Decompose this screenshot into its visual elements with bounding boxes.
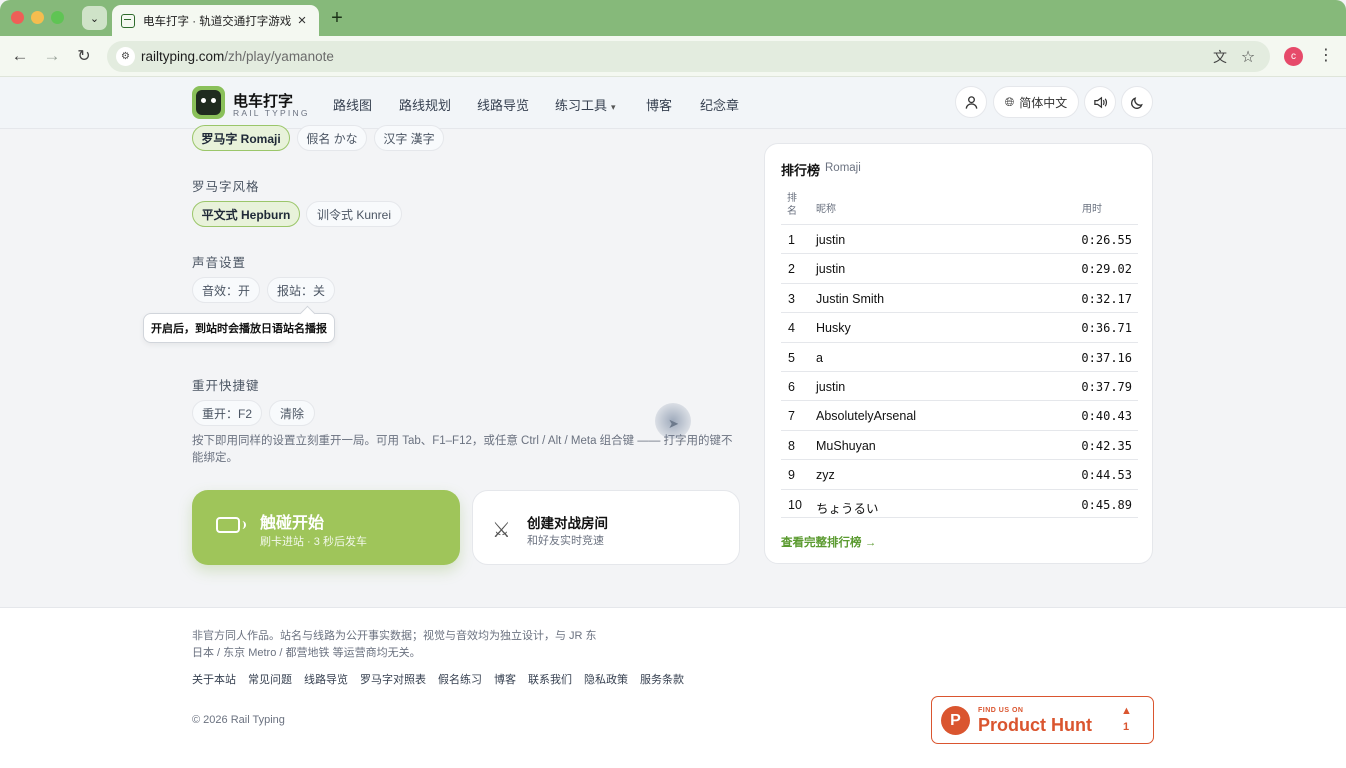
product-hunt-logo-icon: P — [941, 706, 970, 735]
chevron-down-icon: ▾ — [611, 102, 616, 112]
upvote-count: 1 — [1123, 721, 1130, 733]
table-row: 2 justin 0:29.02 — [781, 253, 1138, 282]
minimize-window-button[interactable] — [31, 11, 44, 24]
mouse-cursor-icon: ➤ — [668, 416, 679, 431]
restart-key-button[interactable]: 重开：F2 — [192, 400, 262, 426]
announce-tooltip: 开启后，到站时会播放日语站名播报 — [143, 313, 335, 343]
leaderboard-panel: 排行榜 Romaji 排名 昵称 用时 1 justin 0:26.55 2 just… — [764, 143, 1153, 564]
ic-card-icon — [216, 517, 246, 533]
footer-link-romaji-table[interactable]: 罗马字对照表 — [360, 671, 426, 687]
language-button[interactable]: 🌐︎ 简体中文 — [993, 86, 1079, 118]
start-subtitle: 刷卡进站 · 3 秒后发车 — [260, 536, 367, 548]
create-battle-room-button[interactable]: ⚔ 创建对战房间 和好友实时竞速 — [472, 490, 740, 565]
site-footer: 非官方同人作品。站名与线路为公开事实数据；视觉与音效均为独立设计，与 JR 东日… — [0, 607, 1346, 768]
nav-link-tools[interactable]: 练习工具 ▾ — [555, 95, 616, 114]
mode-kanji-pill[interactable]: 汉字 漢字 — [374, 125, 444, 151]
footer-link-privacy[interactable]: 隐私政策 — [584, 671, 628, 687]
col-header-rank: 排名 — [787, 193, 797, 217]
bookmark-star-icon[interactable]: ☆ — [1238, 47, 1258, 67]
ph-small-text: FIND US ON — [978, 707, 1024, 714]
romaji-style-label: 罗马字风格 — [192, 180, 260, 194]
nav-link-guide[interactable]: 线路导览 — [477, 95, 529, 114]
site-settings-icon[interactable]: ⚙ — [116, 47, 135, 66]
table-row: 7 AbsolutelyArsenal 0:40.43 — [781, 400, 1138, 429]
upvote-triangle-icon: ▲ — [1121, 705, 1132, 717]
battle-title: 创建对战房间 — [527, 516, 608, 531]
table-row: 6 justin 0:37.79 — [781, 370, 1138, 400]
mode-romaji-pill[interactable]: 罗马字 Romaji — [192, 125, 290, 151]
table-row: 4 Husky 0:36.71 — [781, 312, 1138, 341]
leaderboard-rows: 1 justin 0:26.55 2 justin 0:29.02 3 Justin Sm… — [781, 224, 1138, 518]
restart-hint: 按下即用同样的设置立刻重开一局。可用 Tab、F1–F12，或任意 Ctrl /… — [192, 435, 733, 464]
user-icon[interactable] — [955, 86, 987, 118]
start-title: 触碰开始 — [260, 515, 325, 532]
maximize-window-button[interactable] — [51, 11, 64, 24]
url-host: railtyping.com — [141, 49, 225, 64]
table-row: 1 justin 0:26.55 — [781, 224, 1138, 253]
footer-link-terms[interactable]: 服务条款 — [640, 671, 684, 687]
footer-link-blog[interactable]: 博客 — [494, 671, 516, 687]
start-game-button[interactable]: 触碰开始 刷卡进站 · 3 秒后发车 — [192, 490, 460, 565]
language-label: 简体中文 — [1019, 95, 1068, 110]
clear-shortcut-button[interactable]: 清除 — [269, 400, 315, 426]
logo-subtitle: RAIL TYPING — [233, 108, 310, 118]
globe-icon: 🌐︎ — [1004, 94, 1015, 109]
battle-subtitle: 和好友实时竞速 — [527, 535, 604, 547]
leaderboard-title: 排行榜 — [781, 163, 821, 178]
logo-icon[interactable] — [192, 86, 225, 119]
crossed-swords-icon: ⚔ — [492, 519, 511, 542]
sound-effects-toggle[interactable]: 音效：开 — [192, 277, 260, 303]
table-row: 9 zyz 0:44.53 — [781, 459, 1138, 488]
col-header-time: 用时 — [1082, 204, 1102, 215]
browser-tab-active[interactable]: 电车打字 · 轨道交通打字游戏 × — [112, 5, 319, 36]
leaderboard-mode: Romaji — [825, 162, 861, 174]
mode-kana-pill[interactable]: 假名 かな — [297, 125, 367, 151]
nav-link-plan[interactable]: 路线规划 — [399, 95, 451, 114]
nav-link-medal[interactable]: 纪念章 — [700, 95, 739, 114]
station-announce-toggle[interactable]: 报站：关 — [267, 277, 335, 303]
close-window-button[interactable] — [11, 11, 24, 24]
address-bar[interactable]: ⚙ railtyping.com/zh/play/yamanote 文 ☆ — [107, 41, 1270, 72]
footer-disclaimer: 非官方同人作品。站名与线路为公开事实数据；视觉与音效均为独立设计，与 JR 东日… — [192, 630, 597, 659]
tab-close-icon[interactable]: × — [294, 12, 310, 29]
footer-link-guide[interactable]: 线路导览 — [304, 671, 348, 687]
sound-settings-label: 声音设置 — [192, 256, 247, 270]
browser-menu-icon[interactable]: ⋮ — [1318, 46, 1334, 66]
forward-arrow-icon[interactable]: → — [41, 45, 63, 67]
table-row: 10 ちょうるい 0:45.89 — [781, 488, 1138, 518]
hepburn-pill[interactable]: 平文式 Hepburn — [192, 201, 300, 227]
table-row: 3 Justin Smith 0:32.17 — [781, 282, 1138, 312]
profile-avatar[interactable]: c — [1284, 47, 1303, 66]
nav-tools-label: 练习工具 — [555, 98, 608, 113]
nav-link-blog[interactable]: 博客 — [646, 95, 672, 114]
nav-link-routes[interactable]: 路线图 — [333, 95, 372, 114]
col-header-name: 昵称 — [816, 204, 836, 215]
browser-tab-bar: ⌄ 电车打字 · 轨道交通打字游戏 × + — [0, 0, 1346, 36]
volume-icon[interactable] — [1084, 86, 1116, 118]
train-favicon-icon — [121, 13, 135, 28]
tab-search-chevron-icon[interactable]: ⌄ — [82, 6, 107, 30]
table-row: 8 MuShuyan 0:42.35 — [781, 429, 1138, 459]
reload-icon[interactable]: ↻ — [73, 45, 95, 67]
restart-shortcut-label: 重开快捷键 — [192, 379, 260, 393]
ph-brand-text: Product Hunt — [978, 715, 1092, 735]
footer-link-kana-practice[interactable]: 假名练习 — [438, 671, 482, 687]
product-hunt-badge[interactable]: P FIND US ON Product Hunt ▲ 1 — [931, 696, 1154, 744]
tab-title: 电车打字 · 轨道交通打字游戏 — [143, 15, 292, 28]
dark-mode-moon-icon[interactable] — [1121, 86, 1153, 118]
kunrei-pill[interactable]: 训令式 Kunrei — [306, 201, 402, 227]
back-arrow-icon[interactable]: ← — [9, 45, 31, 67]
footer-link-faq[interactable]: 常见问题 — [248, 671, 292, 687]
footer-link-about[interactable]: 关于本站 — [192, 671, 236, 687]
footer-link-contact[interactable]: 联系我们 — [528, 671, 572, 687]
copyright: © 2026 Rail Typing — [192, 714, 285, 726]
table-row: 5 a 0:37.16 — [781, 341, 1138, 371]
translate-icon[interactable]: 文 — [1210, 47, 1230, 67]
site-header: 电车打字 RAIL TYPING 路线图 路线规划 线路导览 练习工具 ▾ 博客 … — [0, 77, 1346, 129]
footer-links: 关于本站 常见问题 线路导览 罗马字对照表 假名练习 博客 联系我们 隐私政策 … — [192, 671, 684, 687]
browser-toolbar: ← → ↻ ⚙ railtyping.com/zh/play/yamanote … — [0, 36, 1346, 77]
new-tab-plus-icon[interactable]: + — [327, 7, 347, 29]
url-path: /zh/play/yamanote — [224, 49, 334, 64]
full-leaderboard-link[interactable]: 查看完整排行榜 → — [781, 534, 876, 550]
